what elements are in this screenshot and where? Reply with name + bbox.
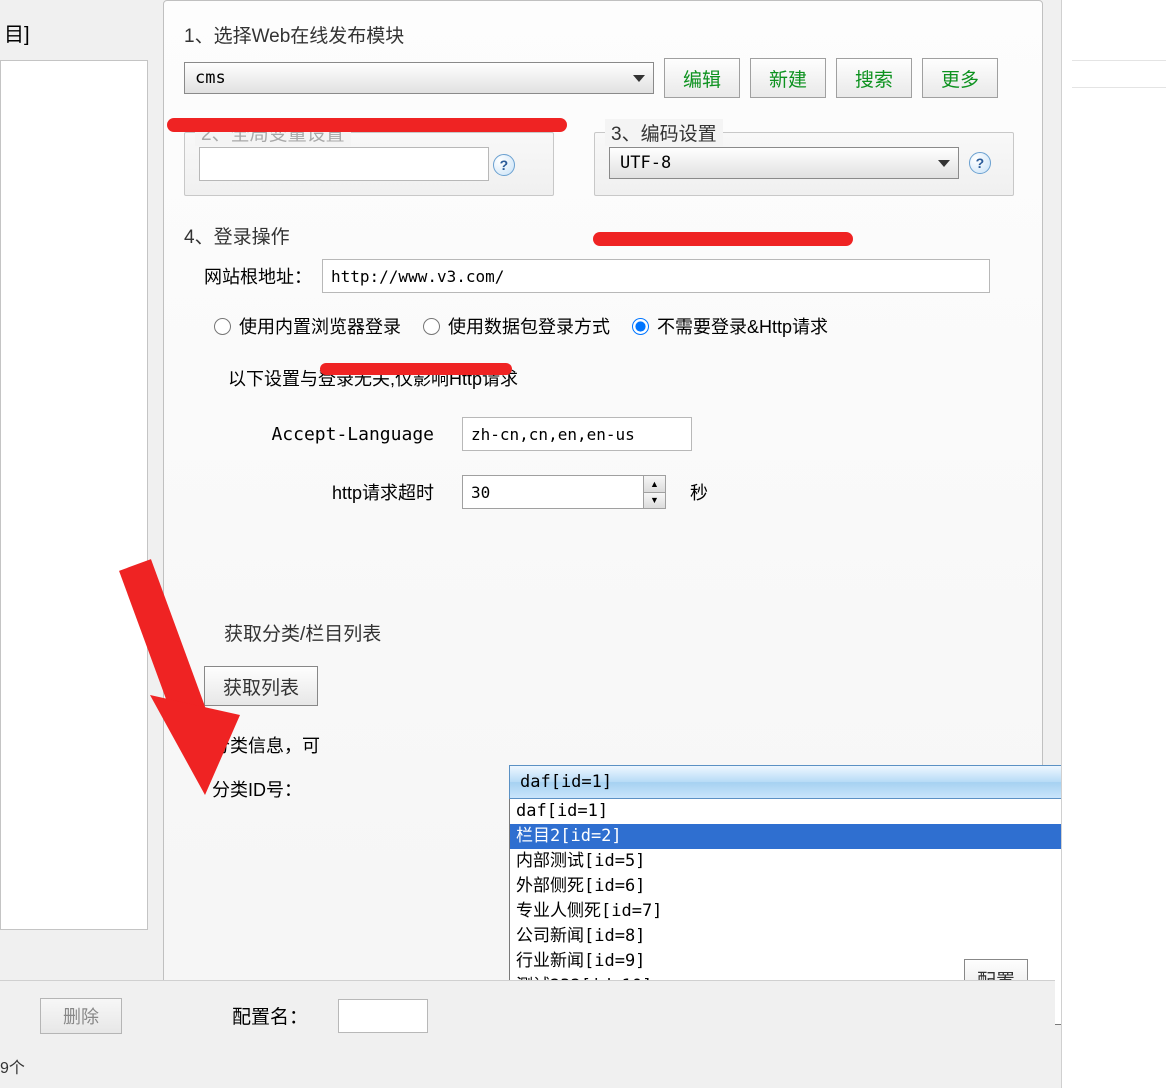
http-timeout-label: http请求超时	[244, 479, 434, 505]
combo-option[interactable]: 专业人侧死[id=7]	[510, 899, 1119, 924]
combo-option[interactable]: 内部测试[id=5]	[510, 849, 1119, 874]
main-form-panel: 1、选择Web在线发布模块 cms 编辑 新建 搜索 更多 2、全局变量设置 ?…	[163, 0, 1043, 1050]
window-title-fragment: 目]	[4, 18, 30, 47]
combo-option[interactable]: 栏目2[id=2]	[510, 824, 1119, 849]
accept-language-input[interactable]	[462, 417, 692, 451]
global-vars-input[interactable]	[199, 147, 489, 181]
spinner-down-icon[interactable]: ▼	[644, 493, 665, 509]
radio-browser-login[interactable]: 使用内置浏览器登录	[214, 313, 401, 339]
bottom-toolbar: 删除 配置名：	[0, 980, 1055, 1050]
root-url-label: 网站根地址：	[204, 263, 312, 289]
edit-button[interactable]: 编辑	[664, 58, 740, 98]
help-icon[interactable]: ?	[969, 152, 991, 174]
left-panel-fragment: 目]	[0, 0, 155, 960]
radio-input[interactable]	[423, 318, 440, 335]
accept-language-label: Accept-Language	[244, 424, 434, 445]
annotation-underline	[167, 118, 567, 132]
radio-packet-login[interactable]: 使用数据包登录方式	[423, 313, 610, 339]
combo-option[interactable]: 公司新闻[id=8]	[510, 924, 1119, 949]
status-text-fragment: 9个	[0, 1054, 25, 1078]
section5-label: 获取分类/栏目列表	[224, 619, 1022, 646]
category-info-label: 分类信息，可	[212, 732, 1022, 758]
search-button[interactable]: 搜索	[836, 58, 912, 98]
category-id-label: 分类ID号：	[212, 776, 302, 802]
category-combo-value: daf[id=1]	[520, 772, 612, 792]
chevron-down-icon	[633, 75, 645, 82]
root-url-input[interactable]	[322, 259, 990, 293]
get-list-button[interactable]: 获取列表	[204, 666, 318, 706]
help-icon[interactable]: ?	[493, 154, 515, 176]
timeout-unit: 秒	[690, 479, 708, 505]
right-panel-row	[1072, 60, 1166, 88]
category-combo-head[interactable]: daf[id=1]	[509, 765, 1120, 799]
section1-label: 1、选择Web在线发布模块	[184, 21, 1022, 48]
chevron-down-icon	[938, 160, 950, 167]
encoding-fieldset: 3、编码设置 UTF-8 ?	[594, 132, 1014, 196]
radio-input[interactable]	[214, 318, 231, 335]
http-timeout-input[interactable]	[463, 476, 643, 508]
http-timeout-spinner[interactable]: ▲ ▼	[462, 475, 666, 509]
new-button[interactable]: 新建	[750, 58, 826, 98]
config-name-label: 配置名：	[232, 1002, 308, 1029]
global-vars-fieldset: 2、全局变量设置 ?	[184, 132, 554, 196]
radio-no-login[interactable]: 不需要登录&Http请求	[632, 313, 828, 339]
web-module-value: cms	[195, 68, 226, 88]
config-name-input[interactable]	[338, 999, 428, 1033]
section3-label: 3、编码设置	[605, 119, 723, 146]
encoding-dropdown[interactable]: UTF-8	[609, 147, 959, 179]
more-button[interactable]: 更多	[922, 58, 998, 98]
radio-input[interactable]	[632, 318, 649, 335]
left-listbox[interactable]	[0, 60, 148, 930]
combo-option[interactable]: daf[id=1]	[510, 799, 1119, 824]
web-module-dropdown[interactable]: cms	[184, 62, 654, 94]
annotation-underline	[320, 363, 512, 375]
annotation-underline	[593, 232, 853, 246]
spinner-up-icon[interactable]: ▲	[644, 476, 665, 493]
combo-option[interactable]: 外部侧死[id=6]	[510, 874, 1119, 899]
right-panel-fragment	[1061, 0, 1166, 1088]
encoding-value: UTF-8	[620, 153, 671, 173]
delete-button[interactable]: 删除	[40, 998, 122, 1034]
